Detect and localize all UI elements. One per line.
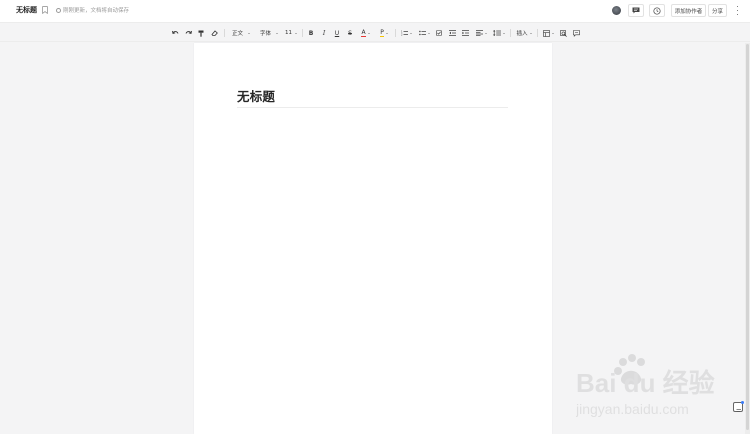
outline-button[interactable]	[733, 401, 744, 412]
checkbox-icon	[436, 30, 442, 36]
doc-title[interactable]: 无标题	[16, 5, 37, 15]
highlight-label: P	[380, 28, 384, 37]
formatting-toolbar: 正文 字体 11 B I U S A P 12 插入	[0, 22, 750, 42]
toolbar-divider	[224, 29, 225, 37]
find-replace-icon	[559, 29, 567, 37]
align-left-icon	[475, 30, 483, 36]
font-color-button[interactable]: A	[359, 28, 372, 38]
chevron-down-icon	[529, 32, 532, 34]
comment-insert-button[interactable]	[572, 28, 580, 38]
underline-button[interactable]: U	[333, 28, 341, 38]
watermark-brand: Bai du 经验	[576, 368, 715, 398]
format-painter-icon[interactable]	[197, 28, 205, 38]
scrollbar-thumb[interactable]	[746, 44, 749, 430]
add-collaborator-button[interactable]: 添加协作者	[671, 4, 706, 17]
bullet-list-button[interactable]	[417, 28, 432, 38]
toolbar-divider	[537, 29, 538, 37]
avatar[interactable]	[612, 6, 621, 15]
comment-add-icon	[572, 29, 580, 37]
chevron-down-icon	[367, 32, 370, 34]
page-title[interactable]: 无标题	[237, 86, 275, 105]
notification-dot	[741, 401, 744, 404]
insert-menu[interactable]: 插入	[514, 28, 534, 38]
outdent-icon	[448, 30, 456, 36]
bullet-list-icon	[419, 30, 426, 36]
font-family-label: 字体	[259, 31, 271, 37]
chevron-down-icon	[295, 32, 297, 34]
undo-icon[interactable]	[171, 28, 179, 38]
ordered-list-icon: 12	[401, 30, 408, 36]
bold-button[interactable]: B	[307, 28, 315, 38]
outdent-button[interactable]	[448, 28, 456, 38]
toolbar-divider	[510, 29, 511, 37]
toolbar-divider	[395, 29, 396, 37]
comment-icon	[632, 7, 640, 14]
chevron-down-icon	[385, 32, 388, 34]
share-button[interactable]: 分享	[708, 4, 727, 17]
redo-icon[interactable]	[184, 28, 192, 38]
line-spacing-button[interactable]	[491, 28, 506, 38]
chevron-down-icon	[552, 32, 554, 34]
indent-icon	[461, 30, 469, 36]
strikethrough-button[interactable]: S	[346, 28, 354, 38]
chevron-down-icon	[276, 32, 278, 34]
chevron-down-icon	[502, 32, 505, 34]
line-spacing-icon	[492, 30, 501, 36]
more-vertical-icon[interactable]	[736, 6, 739, 15]
find-replace-button[interactable]	[559, 28, 567, 38]
font-family-select[interactable]: 字体	[258, 28, 280, 38]
table-button[interactable]	[541, 28, 556, 38]
font-size-label: 11	[285, 30, 292, 36]
font-color-label: A	[361, 28, 366, 37]
checklist-button[interactable]	[435, 28, 443, 38]
eraser-icon[interactable]	[210, 28, 218, 38]
history-button[interactable]	[649, 4, 665, 17]
svg-text:2: 2	[401, 34, 403, 37]
document-page[interactable]: 无标题	[194, 43, 552, 434]
chevron-down-icon	[428, 32, 430, 34]
insert-label: 插入	[516, 31, 528, 37]
table-icon	[543, 29, 550, 37]
baidu-watermark: Bai du 经验 jingyan.baidu.com	[576, 354, 715, 417]
chevron-down-icon	[484, 32, 487, 34]
highlight-button[interactable]: P	[377, 28, 391, 38]
chevron-down-icon	[248, 32, 250, 34]
history-icon	[653, 6, 661, 15]
save-status: 刚刚更新，文档将自动保存	[56, 6, 129, 14]
title-divider	[237, 107, 508, 108]
toolbar-divider	[302, 29, 303, 37]
comment-button[interactable]	[628, 4, 644, 17]
indent-button[interactable]	[461, 28, 469, 38]
chevron-down-icon	[410, 32, 412, 34]
save-status-text: 刚刚更新，文档将自动保存	[63, 8, 130, 14]
align-button[interactable]	[474, 28, 488, 38]
clock-icon	[56, 7, 61, 13]
watermark-url: jingyan.baidu.com	[576, 401, 689, 417]
paragraph-style-label: 正文	[231, 31, 243, 37]
font-size-select[interactable]: 11	[284, 28, 298, 38]
bookmark-icon[interactable]	[42, 6, 48, 14]
ordered-list-button[interactable]: 12	[399, 28, 414, 38]
italic-button[interactable]: I	[320, 28, 328, 38]
outline-icon	[736, 409, 741, 412]
paragraph-style-select[interactable]: 正文	[230, 28, 252, 38]
